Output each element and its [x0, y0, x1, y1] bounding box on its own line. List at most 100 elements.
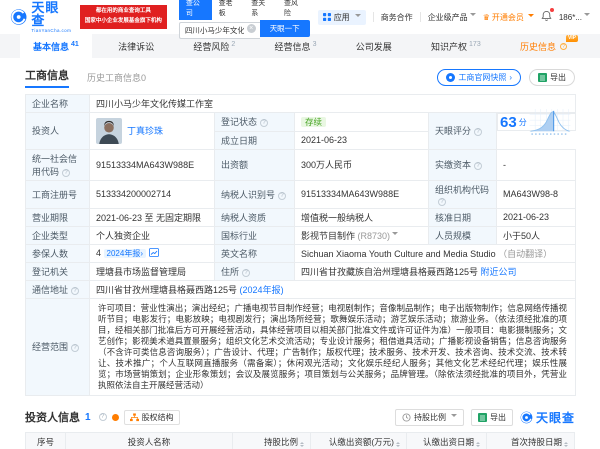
- search-clear-icon[interactable]: ×: [247, 24, 256, 33]
- top-menu: 应用 商务合作 企业级产品 ♛ 开通会员 186*...: [318, 10, 590, 25]
- tab-intellectual-property-label: 知识产权: [431, 40, 467, 53]
- grid-icon: [323, 13, 331, 21]
- col-date[interactable]: 认缴出资日期: [407, 432, 487, 449]
- annual-report-link[interactable]: (2024年报): [240, 285, 284, 295]
- investors-export-label: 导出: [490, 412, 506, 423]
- investors-export-button[interactable]: 导出: [471, 409, 513, 426]
- export-button[interactable]: 导出: [529, 69, 575, 86]
- investor-avatar[interactable]: [96, 118, 122, 144]
- col-ratio-label: 持股比例: [264, 437, 298, 447]
- company-name-label: 企业名称: [26, 95, 90, 113]
- insured-count: 4: [96, 248, 101, 258]
- tab-legal[interactable]: 法律诉讼: [105, 34, 167, 58]
- help-icon[interactable]: ?: [99, 413, 107, 421]
- arrow-right-icon: ›: [509, 73, 512, 82]
- taxpayer-id-value: 91513334MA643W988E: [295, 180, 429, 208]
- status-value: 存续: [295, 113, 429, 132]
- enterprise-products-link[interactable]: 企业级产品: [428, 12, 476, 23]
- industry-label: 国标行业: [215, 226, 295, 244]
- company-nav-tabs: 基本信息 41 法律诉讼 经营风险 2 经营信息 3 公司发展 知识产权 173…: [0, 34, 600, 58]
- apps-menu[interactable]: 应用: [318, 10, 366, 25]
- tab-count: 173: [469, 41, 481, 48]
- official-snapshot-label: 工商官网快照: [458, 72, 506, 83]
- search-tab-boss[interactable]: 查老板: [212, 0, 245, 20]
- staff-size-value: 小于50人: [497, 226, 576, 244]
- table-row: 营业期限 2021-06-23 至 无固定期限 纳税人资质 增值税一般纳税人 核…: [26, 208, 576, 226]
- credit-code-label-text: 统一社会信用代码: [32, 154, 77, 177]
- help-icon[interactable]: ?: [71, 344, 79, 352]
- logo-eye-icon: [10, 8, 27, 26]
- tab-history-info[interactable]: 历史信息 ? VIP: [507, 34, 580, 58]
- divider: [420, 12, 421, 22]
- help-icon[interactable]: ?: [474, 128, 482, 136]
- excel-icon: [478, 413, 487, 422]
- org-code-label-text: 组织机构代码: [435, 185, 489, 195]
- status-label-text: 登记状态: [221, 117, 257, 127]
- tab-business-info[interactable]: 经营信息 3: [262, 34, 330, 58]
- tianyancha-logo[interactable]: 天眼查 TianYanCha.com: [10, 1, 72, 34]
- registry-label: 登记机关: [26, 262, 90, 280]
- search-tabs: 查公司 查老板 查关系 查风险: [179, 0, 310, 20]
- investor-name-link[interactable]: 丁真珍珠: [127, 124, 163, 137]
- term-label: 营业期限: [26, 208, 90, 226]
- cooperation-link[interactable]: 商务合作: [381, 12, 413, 23]
- table-row: 工商注册号 513334200002714 纳税人识别号? 91513334MA…: [26, 180, 576, 208]
- search-tab-relation[interactable]: 查关系: [244, 0, 277, 20]
- divider: [373, 12, 374, 22]
- tab-company-development-label: 公司发展: [356, 40, 392, 53]
- search-area: 查公司 查老板 查关系 查风险 × 天眼一下: [179, 0, 310, 39]
- tab-count: 3: [313, 41, 317, 48]
- scope-label: 经营范围?: [26, 298, 90, 395]
- nearby-companies-link[interactable]: 附近公司: [481, 267, 517, 277]
- insured-value: 4 2024年报›: [90, 244, 215, 262]
- tab-history-registration[interactable]: 历史工商信息0: [87, 71, 146, 84]
- excel-icon: [538, 73, 547, 82]
- help-icon[interactable]: ?: [260, 119, 268, 127]
- col-first-date-label: 首次持股日期: [511, 437, 562, 447]
- trend-icon[interactable]: [149, 248, 159, 257]
- business-registration-table: 企业名称 四川小马少年文化传媒工作室 投资人 丁真珍珠 登记状态? 存续 天眼评…: [25, 94, 576, 396]
- col-first-date[interactable]: 首次持股日期: [487, 432, 575, 449]
- help-icon[interactable]: ?: [71, 287, 79, 295]
- help-icon[interactable]: ?: [242, 269, 250, 277]
- paid-capital-label: 实缴资本?: [429, 149, 497, 180]
- company-type-label: 企业类型: [26, 226, 90, 244]
- equity-structure-button[interactable]: 股权结构: [124, 410, 180, 425]
- tab-count: 41: [71, 41, 79, 48]
- staff-size-label: 人员规模: [429, 226, 497, 244]
- tab-basic-info[interactable]: 基本信息 41: [20, 34, 92, 58]
- holding-ratio-filter[interactable]: 持股比例: [395, 409, 464, 426]
- notification-bell-icon[interactable]: [541, 10, 552, 24]
- promo-banner-line1: 都在用的商业查询工具: [85, 7, 162, 17]
- help-icon[interactable]: ?: [474, 162, 482, 170]
- tab-basic-info-label: 基本信息: [33, 40, 69, 53]
- search-tab-company[interactable]: 查公司: [179, 0, 212, 20]
- sort-icon[interactable]: [564, 442, 568, 447]
- credit-code-value: 91513334MA643W988E: [90, 149, 215, 180]
- col-ratio[interactable]: 持股比例: [233, 432, 311, 449]
- chevron-down-icon[interactable]: [392, 232, 398, 238]
- sort-icon[interactable]: [396, 442, 400, 447]
- annual-report-tag-label: 2024年报: [107, 249, 141, 258]
- annual-report-tag[interactable]: 2024年报›: [104, 249, 146, 258]
- open-vip-link[interactable]: ♛ 开通会员: [483, 12, 534, 23]
- col-amount-label: 认缴出资额(万元): [329, 437, 394, 447]
- tab-company-development[interactable]: 公司发展: [343, 34, 405, 58]
- score-label: 天眼评分?: [429, 113, 497, 150]
- official-snapshot-button[interactable]: 工商官网快照 ›: [437, 69, 521, 86]
- help-icon[interactable]: ?: [278, 192, 286, 200]
- search-tab-risk[interactable]: 查风险: [277, 0, 310, 20]
- sort-icon[interactable]: [300, 442, 304, 447]
- tianyancha-score[interactable]: 63 分: [497, 113, 576, 131]
- paid-capital-value: -: [497, 149, 576, 180]
- help-icon[interactable]: ?: [62, 169, 70, 177]
- company-name-value: 四川小马少年文化传媒工作室: [90, 95, 576, 113]
- col-amount[interactable]: 认缴出资额(万元): [311, 432, 407, 449]
- chevron-down-icon: [470, 13, 476, 19]
- account-phone[interactable]: 186*...: [559, 13, 590, 22]
- help-icon[interactable]: ?: [438, 198, 446, 206]
- tab-business-registration[interactable]: 工商信息: [25, 67, 69, 88]
- sort-icon[interactable]: [476, 442, 480, 447]
- table-row: 统一社会信用代码? 91513334MA643W988E 出资额 300万人民币…: [26, 149, 576, 180]
- tab-intellectual-property[interactable]: 知识产权 173: [418, 34, 494, 58]
